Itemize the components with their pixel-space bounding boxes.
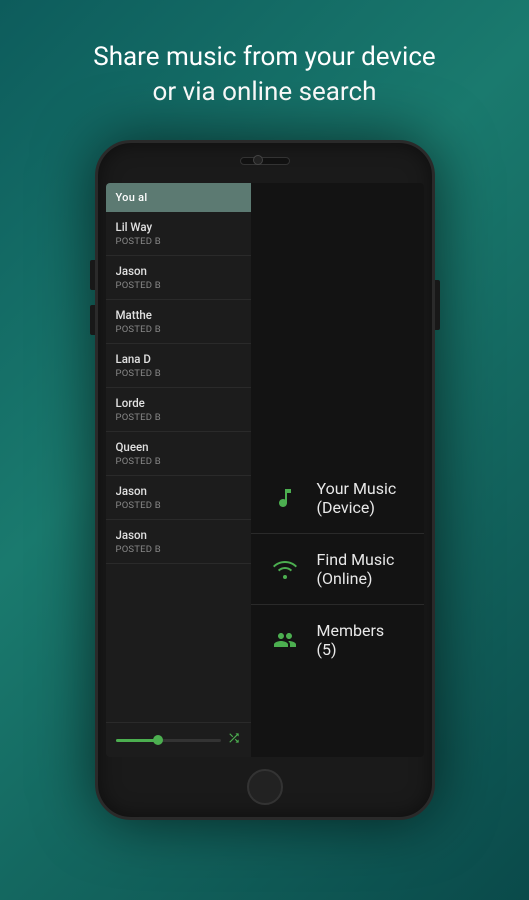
progress-thumb bbox=[153, 735, 163, 745]
phone-camera bbox=[253, 155, 263, 165]
phone-screen: You al Lil Way POSTED B Jason POSTED B M… bbox=[106, 183, 424, 757]
phone-side-right bbox=[435, 280, 440, 330]
song-meta: POSTED B bbox=[116, 456, 241, 467]
song-item[interactable]: Lana D POSTED B bbox=[106, 344, 251, 388]
song-meta: POSTED B bbox=[116, 368, 241, 379]
phone-body: You al Lil Way POSTED B Jason POSTED B M… bbox=[95, 140, 435, 820]
bottom-playback-bar bbox=[106, 722, 251, 757]
song-title: Queen bbox=[116, 440, 241, 454]
song-title: Jason bbox=[116, 264, 241, 278]
song-item[interactable]: Lorde POSTED B bbox=[106, 388, 251, 432]
song-title: Jason bbox=[116, 528, 241, 542]
song-meta: POSTED B bbox=[116, 412, 241, 423]
phone-speaker bbox=[240, 157, 290, 165]
song-title: Lil Way bbox=[116, 220, 241, 234]
song-title: Matthe bbox=[116, 308, 241, 322]
menu-spacer bbox=[251, 183, 424, 463]
menu-item-members[interactable]: Members (5) bbox=[251, 605, 424, 675]
phone-home-button[interactable] bbox=[247, 769, 283, 805]
song-item[interactable]: Jason POSTED B bbox=[106, 476, 251, 520]
song-meta: POSTED B bbox=[116, 544, 241, 555]
song-title: Lorde bbox=[116, 396, 241, 410]
song-item[interactable]: Jason POSTED B bbox=[106, 256, 251, 300]
context-menu-panel: Your Music (Device) Find Music (Online) bbox=[251, 183, 424, 757]
header: Share music from your device or via onli… bbox=[53, 0, 475, 130]
song-meta: POSTED B bbox=[116, 324, 241, 335]
wifi-music-icon bbox=[271, 555, 299, 583]
menu-item-device-music-label: Your Music (Device) bbox=[317, 479, 404, 517]
song-title: Jason bbox=[116, 484, 241, 498]
shuffle-icon[interactable] bbox=[227, 731, 241, 749]
song-item[interactable]: Jason POSTED B bbox=[106, 520, 251, 564]
phone-side-left2 bbox=[90, 305, 95, 335]
song-meta: POSTED B bbox=[116, 280, 241, 291]
phone-side-left1 bbox=[90, 260, 95, 290]
progress-bar[interactable] bbox=[116, 739, 221, 742]
song-item[interactable]: Lil Way POSTED B bbox=[106, 212, 251, 256]
progress-fill bbox=[116, 739, 158, 742]
menu-item-device-music[interactable]: Your Music (Device) bbox=[251, 463, 424, 534]
music-note-icon bbox=[271, 484, 299, 512]
song-title: Lana D bbox=[116, 352, 241, 366]
header-line1: Share music from your device bbox=[93, 42, 435, 72]
menu-item-members-label: Members (5) bbox=[317, 621, 404, 659]
menu-item-online-music-label: Find Music (Online) bbox=[317, 550, 404, 588]
song-list-panel: You al Lil Way POSTED B Jason POSTED B M… bbox=[106, 183, 251, 757]
header-line2: or via online search bbox=[153, 77, 377, 107]
phone-container: You al Lil Way POSTED B Jason POSTED B M… bbox=[95, 140, 435, 820]
song-meta: POSTED B bbox=[116, 500, 241, 511]
song-item[interactable]: Matthe POSTED B bbox=[106, 300, 251, 344]
you-also-bar: You al bbox=[106, 183, 251, 212]
song-item[interactable]: Queen POSTED B bbox=[106, 432, 251, 476]
menu-item-online-music[interactable]: Find Music (Online) bbox=[251, 534, 424, 605]
song-meta: POSTED B bbox=[116, 236, 241, 247]
members-icon bbox=[271, 626, 299, 654]
